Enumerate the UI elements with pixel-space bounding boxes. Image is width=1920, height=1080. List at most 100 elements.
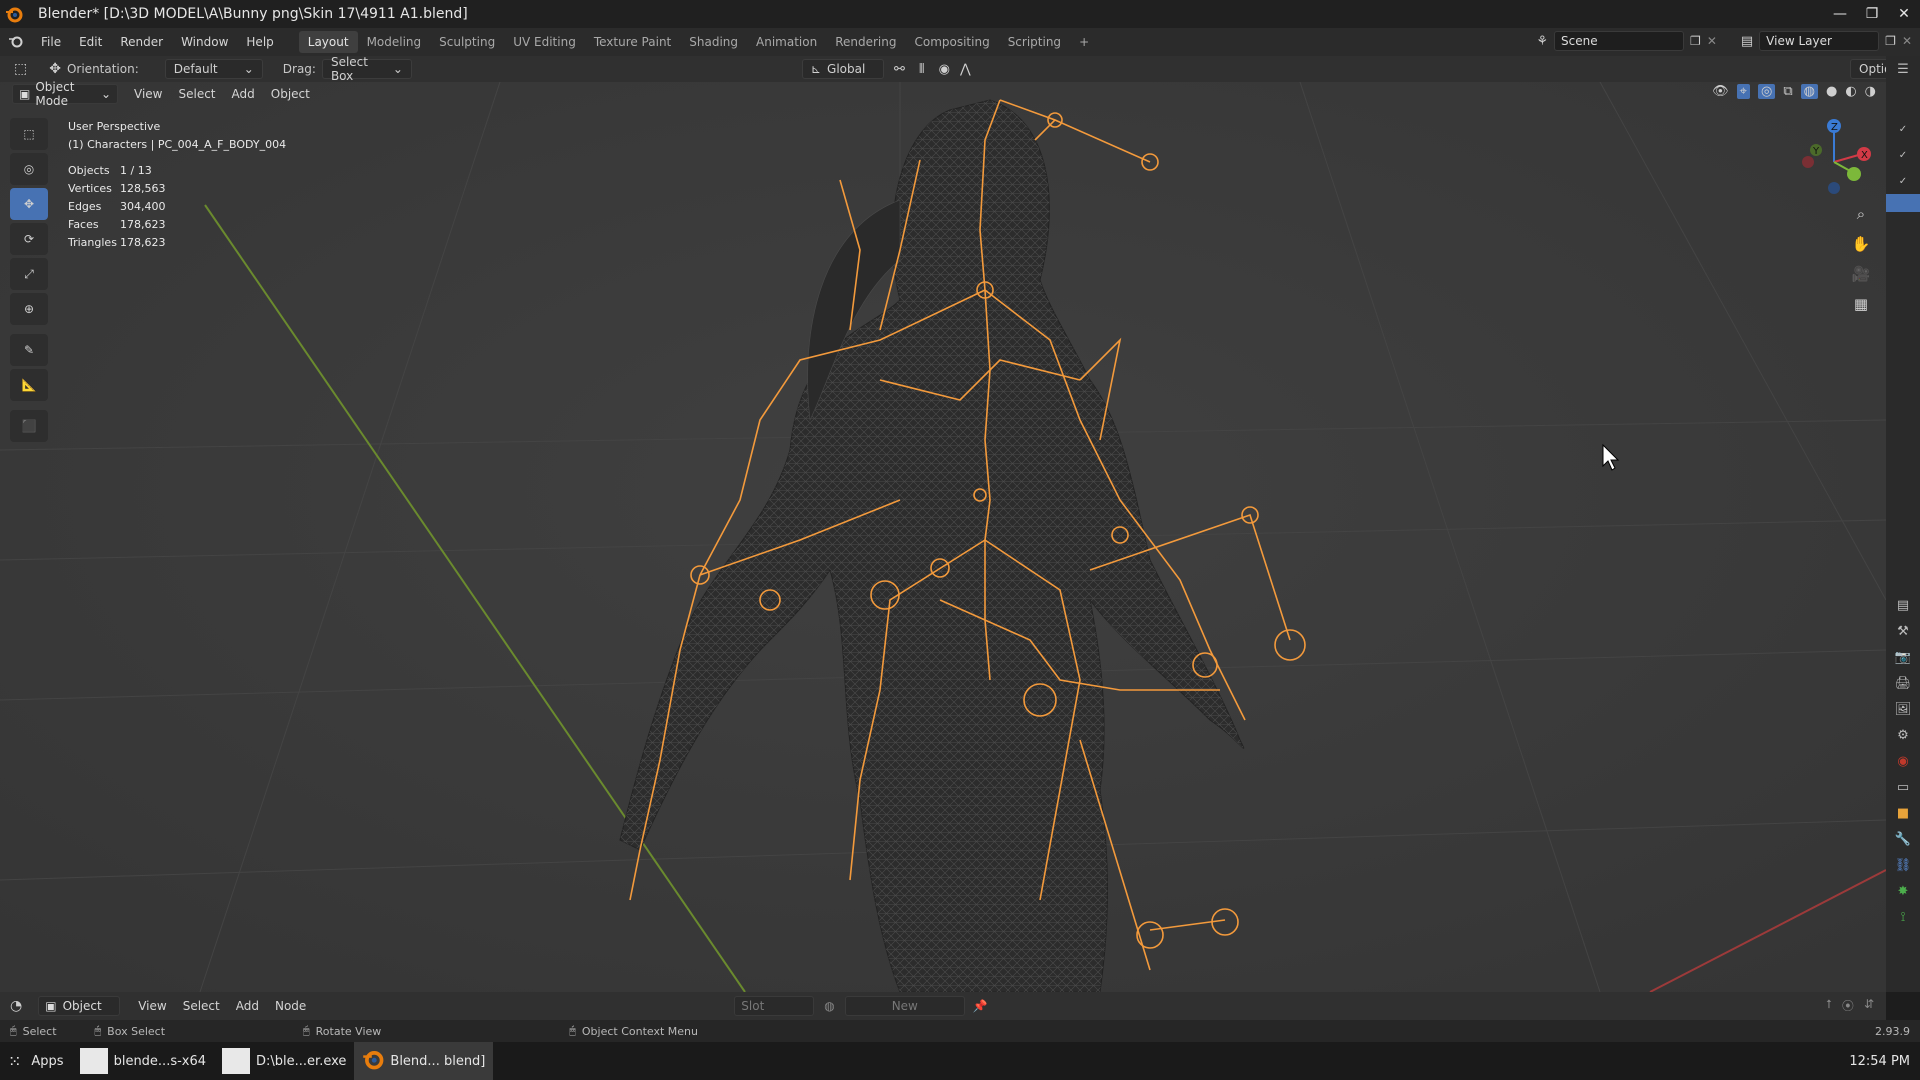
restrict-icon[interactable]: ✓ xyxy=(1886,168,1920,194)
window-icon xyxy=(79,1048,108,1074)
node-snap-mode-icon[interactable]: ⇵ xyxy=(1864,997,1874,1014)
annotate-tool-button[interactable]: ✎ xyxy=(10,334,48,366)
mode-dropdown[interactable]: ▣ Object Mode ⌄ xyxy=(12,80,118,108)
scene-field[interactable]: Scene xyxy=(1554,31,1685,51)
blender-menu-icon[interactable] xyxy=(0,34,32,51)
taskbar-item[interactable]: D:\ble...er.exe xyxy=(214,1042,354,1080)
overlay-toggle-icon[interactable]: ◎ xyxy=(1757,84,1776,99)
properties-toggle-icon[interactable]: ▤ xyxy=(1886,592,1920,618)
taskbar-item[interactable]: blende...s-x64 xyxy=(72,1042,214,1080)
falloff-icon[interactable]: ⋀ xyxy=(960,62,971,77)
drag-dropdown[interactable]: Select Box ⌄ xyxy=(321,55,412,83)
snap-node-icon[interactable]: ⦿ xyxy=(1842,997,1854,1014)
data-properties-icon[interactable]: ⟟ xyxy=(1886,904,1920,930)
world-properties-icon[interactable]: ◉ xyxy=(1886,748,1920,774)
restrict-icon[interactable]: ✓ xyxy=(1886,116,1920,142)
tab-sculpting[interactable]: Sculpting xyxy=(430,31,504,53)
node-menu-select[interactable]: Select xyxy=(175,999,228,1013)
menu-edit[interactable]: Edit xyxy=(70,35,111,49)
tab-shading[interactable]: Shading xyxy=(680,31,747,53)
xray-icon[interactable]: ⧉ xyxy=(1783,84,1792,99)
menu-file[interactable]: File xyxy=(32,35,70,49)
restrict-icon[interactable]: ✓ xyxy=(1886,142,1920,168)
new-scene-icon[interactable]: ❐ xyxy=(1690,34,1701,48)
transform-tool-button[interactable]: ⊕ xyxy=(10,293,48,325)
render-properties-icon[interactable]: 📷 xyxy=(1886,644,1920,670)
3d-viewport[interactable] xyxy=(0,82,1886,992)
node-menu-view[interactable]: View xyxy=(130,999,174,1013)
measure-tool-button[interactable]: 📐 xyxy=(10,369,48,401)
node-menu-node[interactable]: Node xyxy=(267,999,314,1013)
slot-dropdown[interactable]: Slot xyxy=(734,996,815,1016)
menu-render[interactable]: Render xyxy=(111,35,172,49)
proportional-edit-icon[interactable]: ◉ xyxy=(939,62,950,77)
add-workspace-button[interactable]: + xyxy=(1070,31,1098,53)
physics-properties-icon[interactable]: ✸ xyxy=(1886,878,1920,904)
scale-tool-button[interactable]: ⤢ xyxy=(10,258,48,290)
tab-uv-editing[interactable]: UV Editing xyxy=(504,31,585,53)
apps-launcher[interactable]: ⁙ Apps xyxy=(0,1042,72,1080)
material-shading-icon[interactable]: ◐ xyxy=(1845,84,1856,99)
outliner-icon[interactable]: ☰ xyxy=(1886,56,1920,82)
tab-layout[interactable]: Layout xyxy=(298,31,358,53)
node-menu-add[interactable]: Add xyxy=(228,999,267,1013)
tab-texture-paint[interactable]: Texture Paint xyxy=(585,31,680,53)
tab-animation[interactable]: Animation xyxy=(747,31,826,53)
editor-type-icon[interactable]: ◔ xyxy=(10,998,22,1014)
rendered-shading-icon[interactable]: ◑ xyxy=(1865,84,1876,99)
transform-orientation-dropdown[interactable]: ⊾ Global xyxy=(801,59,884,79)
viewport-menu-select[interactable]: Select xyxy=(170,87,223,101)
output-properties-icon[interactable]: 🖨 xyxy=(1886,670,1920,696)
navigation-gizmo[interactable]: Z X Y xyxy=(1796,116,1872,202)
tab-compositing[interactable]: Compositing xyxy=(905,31,998,53)
tab-modeling[interactable]: Modeling xyxy=(358,31,431,53)
object-properties-icon[interactable]: ■ xyxy=(1886,800,1920,826)
add-cube-tool-button[interactable]: ⬛ xyxy=(10,410,48,442)
snap-icon[interactable]: ⦀ xyxy=(919,62,925,77)
delete-view-layer-icon[interactable]: ✕ xyxy=(1902,34,1912,48)
wireframe-shading-icon[interactable]: ◍ xyxy=(1800,84,1818,99)
move-tool-button[interactable]: ✥ xyxy=(10,188,48,220)
modifier-properties-icon[interactable]: 🔧 xyxy=(1886,826,1920,852)
view-layer-field[interactable]: View Layer xyxy=(1759,31,1880,51)
scene-browse-icon[interactable]: ⚘ xyxy=(1536,34,1548,49)
collection-properties-icon[interactable]: ▭ xyxy=(1886,774,1920,800)
pan-button[interactable]: ✋ xyxy=(1846,230,1876,258)
ortho-toggle-button[interactable]: ▦ xyxy=(1846,290,1876,318)
menu-help[interactable]: Help xyxy=(237,35,282,49)
tab-rendering[interactable]: Rendering xyxy=(826,31,905,53)
gizmo-toggle-icon[interactable]: ⌖ xyxy=(1736,84,1750,99)
camera-view-button[interactable]: 🎥 xyxy=(1846,260,1876,288)
view-layer-browse-icon[interactable]: ▤ xyxy=(1741,34,1753,49)
viewport-menu-add[interactable]: Add xyxy=(224,87,263,101)
parent-node-icon[interactable]: ⭡ xyxy=(1826,997,1832,1014)
shader-type-dropdown[interactable]: ▣ Object xyxy=(38,996,121,1016)
maximize-button[interactable]: ❐ xyxy=(1856,0,1888,28)
tool-properties-icon[interactable]: ⚒ xyxy=(1886,618,1920,644)
orientation-dropdown[interactable]: Default ⌄ xyxy=(164,59,263,79)
minimize-button[interactable]: — xyxy=(1824,0,1856,28)
scene-properties-icon[interactable]: ⚙ xyxy=(1886,722,1920,748)
material-browse-icon[interactable]: ◍ xyxy=(824,999,834,1013)
taskbar-item[interactable]: Blend... blend] xyxy=(354,1042,494,1080)
view-layer-properties-icon[interactable]: 🖼 xyxy=(1886,696,1920,722)
pivot-point-icon[interactable]: ⚯ xyxy=(894,62,905,77)
select-tool-button[interactable]: ⬚ xyxy=(10,118,48,150)
menu-window[interactable]: Window xyxy=(172,35,237,49)
delete-scene-icon[interactable]: ✕ xyxy=(1707,34,1717,48)
tab-scripting[interactable]: Scripting xyxy=(999,31,1070,53)
cursor-tool-button[interactable]: ◎ xyxy=(10,153,48,185)
zoom-button[interactable]: ⌕ xyxy=(1846,200,1876,228)
constraint-properties-icon[interactable]: ⛓ xyxy=(1886,852,1920,878)
editor-type-icon[interactable]: ⬚ xyxy=(14,61,27,77)
rotate-tool-button[interactable]: ⟳ xyxy=(10,223,48,255)
close-button[interactable]: ✕ xyxy=(1888,0,1920,28)
solid-shading-icon[interactable]: ● xyxy=(1826,84,1837,99)
viewport-menu-view[interactable]: View xyxy=(126,87,170,101)
window-title: Blender* [D:\3D MODEL\A\Bunny png\Skin 1… xyxy=(38,6,468,22)
viewport-menu-object[interactable]: Object xyxy=(263,87,318,101)
new-material-button[interactable]: New xyxy=(844,996,965,1016)
visibility-icon[interactable]: 👁 xyxy=(1712,84,1729,99)
new-view-layer-icon[interactable]: ❐ xyxy=(1885,34,1896,48)
pin-icon[interactable]: 📌 xyxy=(973,999,988,1013)
